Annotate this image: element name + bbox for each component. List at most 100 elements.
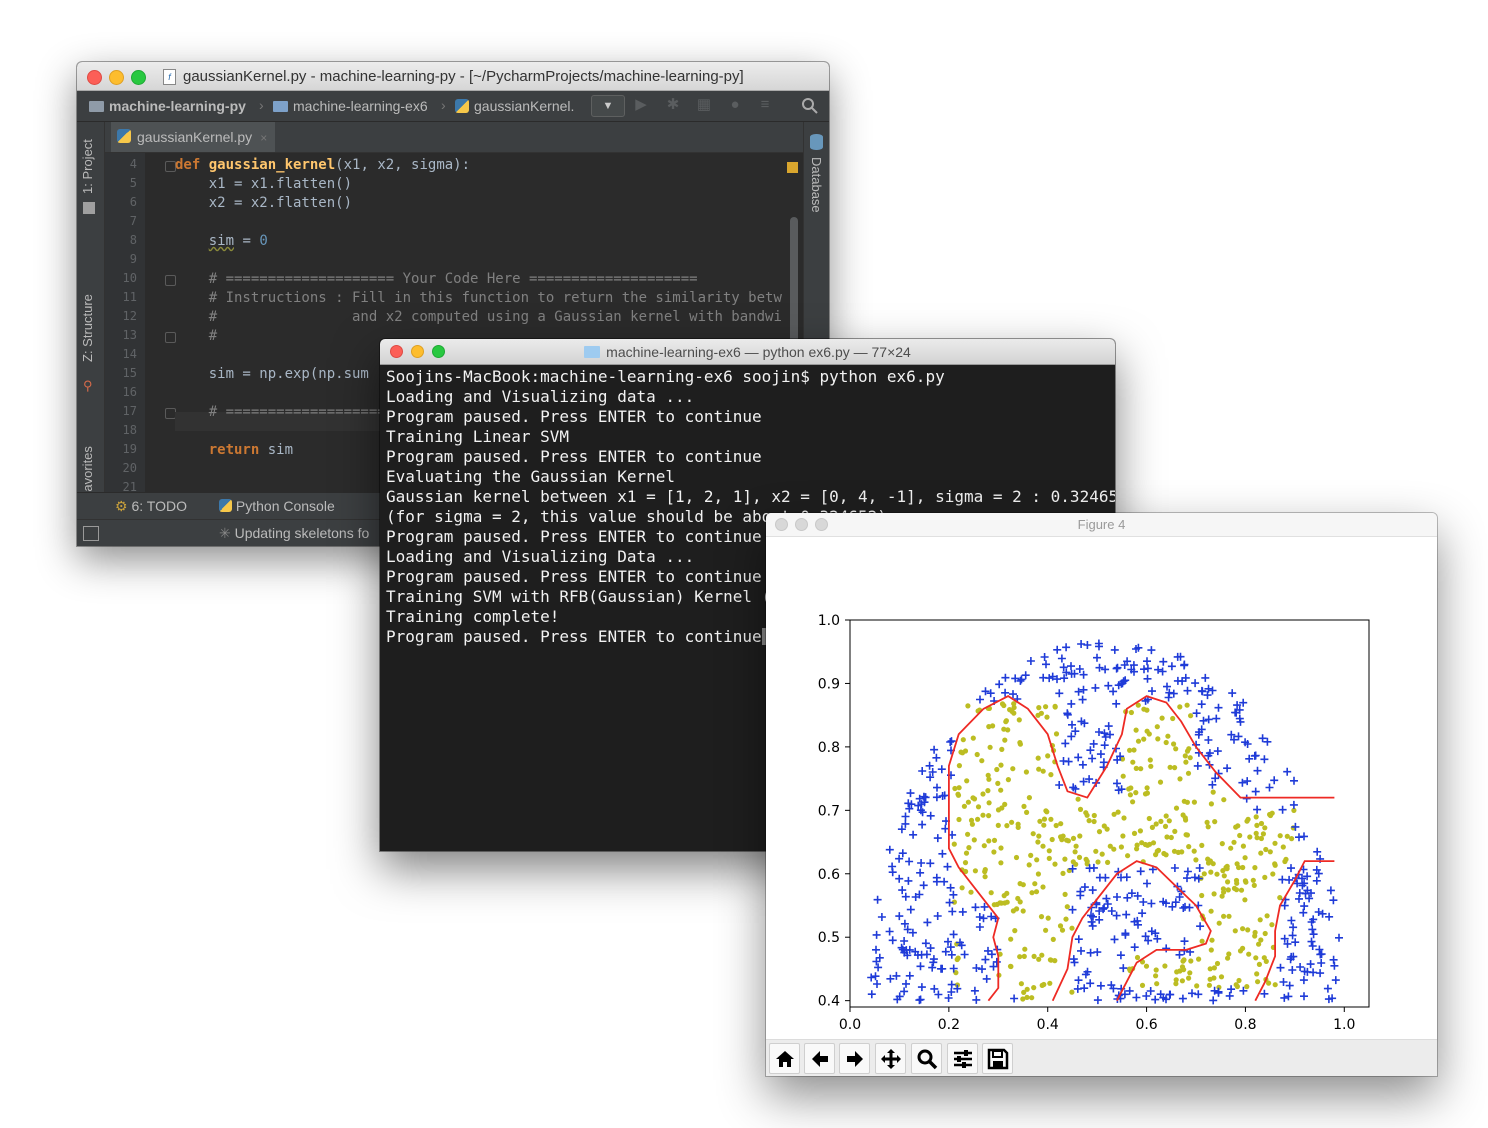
configure-icon[interactable] xyxy=(947,1043,978,1074)
close-window-button[interactable] xyxy=(87,70,102,85)
forward-icon[interactable] xyxy=(839,1043,870,1074)
profile-icon[interactable]: ● xyxy=(727,97,743,113)
line-number: 4 xyxy=(129,157,137,171)
negative-point xyxy=(1076,854,1083,860)
negative-point xyxy=(1142,841,1148,848)
negative-point xyxy=(1126,786,1132,792)
breadcrumb-folder[interactable]: machine-learning-ex6 xyxy=(273,98,428,114)
negative-point xyxy=(1095,859,1101,865)
negative-point xyxy=(1163,813,1169,819)
negative-point xyxy=(962,860,969,866)
line-number: 14 xyxy=(122,347,137,361)
coverage-icon[interactable]: ▦ xyxy=(696,97,712,113)
negative-point xyxy=(987,744,993,750)
code-line-5: x1 = x1.flatten() xyxy=(175,176,353,192)
negative-point xyxy=(1017,954,1023,960)
negative-point xyxy=(1036,833,1042,839)
negative-point xyxy=(1144,707,1150,713)
negative-point xyxy=(1046,855,1052,861)
todo-icon: ⚙ xyxy=(115,498,128,514)
negative-point xyxy=(1021,953,1027,959)
negative-point xyxy=(982,867,988,873)
close-tab-icon[interactable]: × xyxy=(260,131,267,145)
tool-tab-database[interactable]: Database xyxy=(809,157,824,213)
negative-point xyxy=(1155,736,1161,742)
run-config-dropdown[interactable]: ▼ xyxy=(591,95,625,117)
zoom-window-button[interactable] xyxy=(131,70,146,85)
negative-point xyxy=(1187,755,1193,761)
negative-point xyxy=(1128,709,1134,716)
concurrency-icon[interactable]: ≡ xyxy=(757,97,773,113)
warning-marker[interactable] xyxy=(787,162,798,173)
negative-point xyxy=(1154,724,1160,730)
negative-point xyxy=(1026,795,1032,801)
home-icon[interactable] xyxy=(769,1043,800,1074)
breadcrumb-project[interactable]: machine-learning-py xyxy=(89,98,246,114)
negative-point xyxy=(975,804,982,810)
python-file-icon: f xyxy=(163,69,176,85)
negative-point xyxy=(1077,833,1083,839)
breadcrumb-separator: › xyxy=(441,97,446,113)
negative-point xyxy=(1179,978,1185,984)
negative-point xyxy=(1256,941,1262,947)
code-line-13: # xyxy=(175,328,218,344)
todo-tool-button[interactable]: ⚙ 6: TODO xyxy=(115,498,187,515)
negative-point xyxy=(998,787,1004,793)
negative-point xyxy=(1153,973,1159,979)
negative-point xyxy=(995,780,1001,786)
negative-point xyxy=(955,955,961,961)
line-number: 15 xyxy=(122,366,137,380)
back-icon[interactable] xyxy=(804,1043,835,1074)
negative-point xyxy=(1003,719,1009,725)
negative-point xyxy=(1261,955,1267,961)
negative-point xyxy=(1263,846,1269,853)
terminal-line: Loading and Visualizing data ... xyxy=(386,387,695,406)
negative-point xyxy=(965,831,971,837)
negative-point xyxy=(1269,810,1275,816)
editor-tab-gaussiankernel[interactable]: gaussianKernel.py × xyxy=(111,122,276,152)
negative-point xyxy=(964,778,970,784)
zoom-icon[interactable] xyxy=(911,1043,942,1074)
debug-icon[interactable]: ✱ xyxy=(665,97,681,113)
run-icon[interactable]: ▶ xyxy=(633,97,649,113)
ide-titlebar: f gaussianKernel.py - machine-learning-p… xyxy=(77,62,829,91)
negative-point xyxy=(1147,757,1153,763)
negative-point xyxy=(1250,877,1256,883)
negative-point xyxy=(1186,975,1192,981)
negative-point xyxy=(1007,963,1014,969)
negative-point xyxy=(1004,890,1010,896)
negative-point xyxy=(981,843,987,849)
pan-icon[interactable] xyxy=(875,1043,906,1074)
negative-point xyxy=(1040,768,1046,774)
breadcrumb-file[interactable]: gaussianKernel. xyxy=(455,98,574,114)
x-tick-label: 0.6 xyxy=(1135,1017,1157,1033)
tool-windows-icon[interactable] xyxy=(83,526,99,541)
save-icon[interactable] xyxy=(982,1043,1013,1074)
tool-tab-structure[interactable]: Z: Structure xyxy=(80,294,95,362)
terminal-line: Soojins-MacBook:machine-learning-ex6 soo… xyxy=(386,367,945,386)
database-icon xyxy=(810,134,823,150)
negative-point xyxy=(971,837,977,843)
terminal-line: Evaluating the Gaussian Kernel xyxy=(386,467,675,486)
line-number: 10 xyxy=(122,271,137,285)
negative-point xyxy=(1165,733,1171,739)
y-tick-label: 0.4 xyxy=(818,994,840,1010)
python-file-icon xyxy=(117,129,131,143)
minimize-window-button[interactable] xyxy=(109,70,124,85)
terminal-line: Program paused. Press ENTER to continue xyxy=(386,627,771,646)
negative-point xyxy=(1187,970,1193,976)
negative-point xyxy=(1037,818,1043,824)
negative-point xyxy=(1018,981,1024,987)
negative-point xyxy=(1171,741,1177,747)
plot-area xyxy=(849,619,1370,1008)
python-console-button[interactable]: Python Console xyxy=(219,498,335,514)
negative-point xyxy=(1084,858,1090,864)
search-icon[interactable] xyxy=(801,97,818,114)
negative-point xyxy=(960,737,966,743)
negative-point xyxy=(1221,913,1227,919)
negative-point xyxy=(1137,828,1143,834)
negative-point xyxy=(1065,838,1071,844)
tool-tab-project[interactable]: 1: Project xyxy=(80,139,95,194)
figure-window: Figure 4 0.0 0.2 0.4 0.6 0.8 1.0 0.4 0.5 0.6 0.7 0… xyxy=(766,513,1437,1076)
negative-point xyxy=(979,758,985,764)
